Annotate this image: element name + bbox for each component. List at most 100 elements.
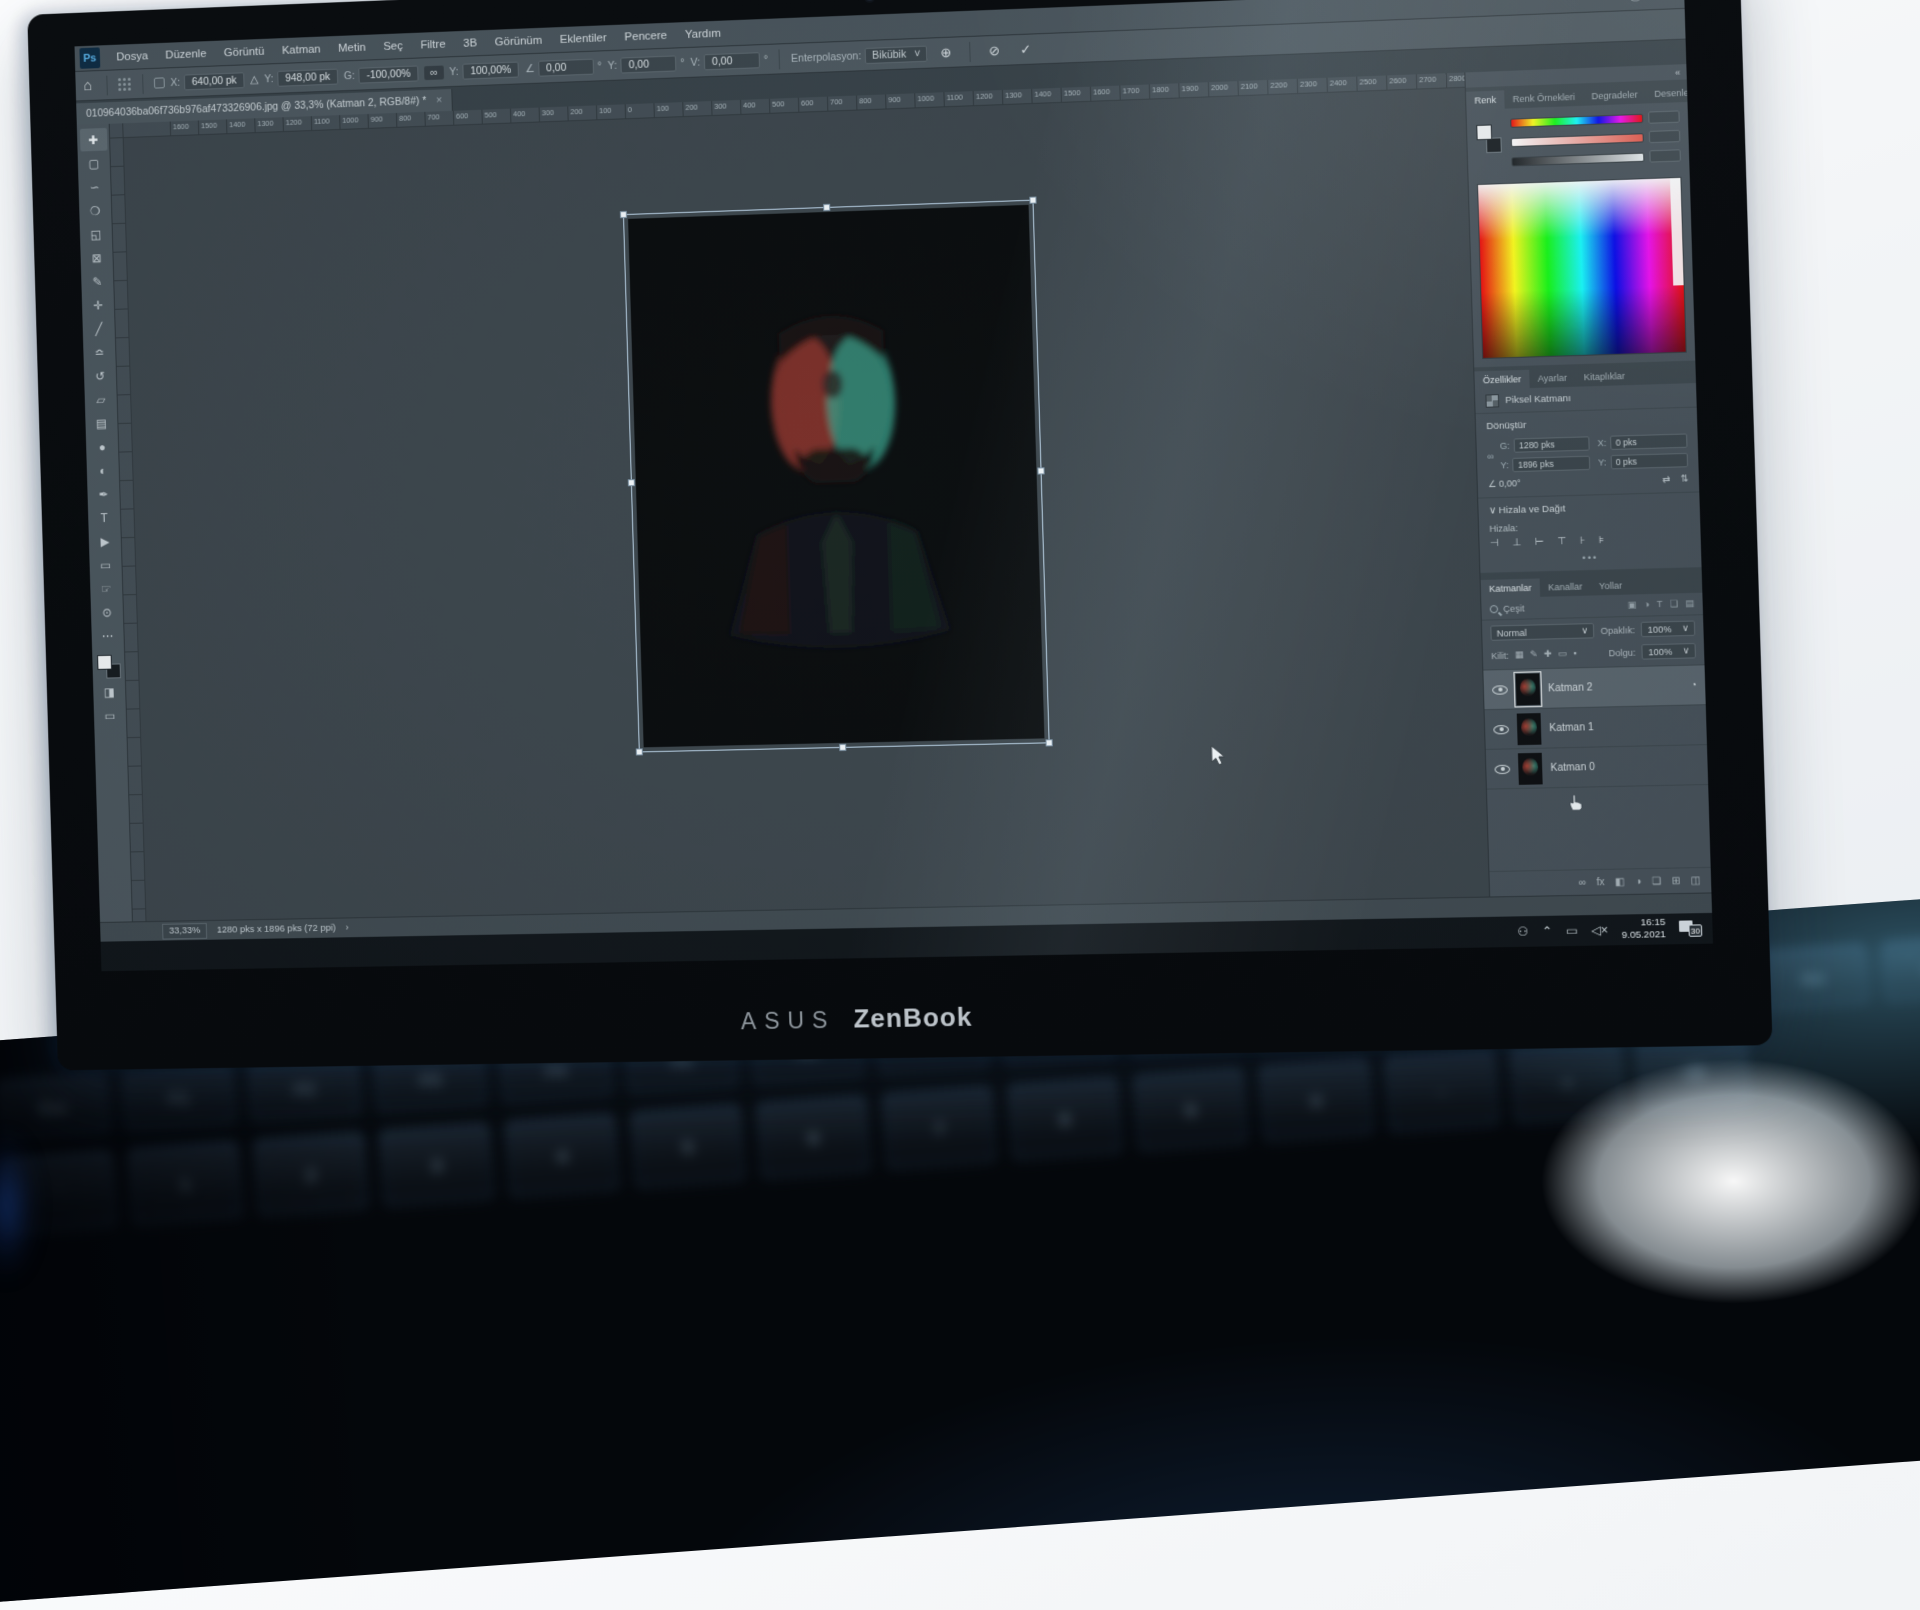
keyboard-key[interactable]: 0	[1258, 1058, 1375, 1144]
people-icon[interactable]: ⚇	[1517, 924, 1529, 938]
transform-bounding-box[interactable]	[623, 200, 1050, 753]
keyboard-key[interactable]: 9	[1132, 1067, 1249, 1153]
blur-tool[interactable]: ●	[88, 435, 116, 458]
rotation-input[interactable]: 0,00	[538, 58, 594, 76]
transform-handle[interactable]	[1029, 197, 1036, 204]
keyboard-key[interactable]: 1	[127, 1141, 244, 1227]
keyboard-key[interactable]: -	[1383, 1049, 1500, 1135]
toggle-reference-checkbox[interactable]	[154, 77, 165, 88]
photoshop-logo[interactable]: Ps	[79, 47, 100, 68]
history-brush-tool[interactable]: ↺	[86, 364, 114, 387]
align-section-header[interactable]: ∨ Hizala ve Dağıt	[1489, 500, 1690, 517]
transform-handle[interactable]	[1037, 467, 1044, 474]
notifications-icon[interactable]: 30	[1679, 920, 1702, 937]
menu-item[interactable]: Pencere	[615, 22, 676, 50]
opacity-dropdown[interactable]: 100%∨	[1641, 621, 1695, 638]
lock-icon[interactable]: ▪	[1573, 648, 1577, 659]
hand-tool[interactable]: ☞	[92, 577, 120, 600]
layer-row-katman-2[interactable]: Katman 2 ◔	[1483, 665, 1705, 710]
panel-color-swatches[interactable]	[1475, 123, 1503, 154]
tab-degradeler[interactable]: Degradeler	[1583, 85, 1646, 106]
align-icon[interactable]: ⊢	[1535, 537, 1544, 548]
keyboard-key[interactable]: 3	[378, 1123, 495, 1209]
dodge-tool[interactable]: ◐	[89, 459, 117, 482]
gradient-tool[interactable]: ▤	[88, 411, 116, 434]
align-icon[interactable]: ⊦	[1580, 535, 1586, 546]
canvas[interactable]	[124, 88, 1489, 921]
frame-tool[interactable]: ⊠	[83, 246, 111, 270]
keyboard-key[interactable]: Ins	[1754, 943, 1870, 1013]
width-input[interactable]: -100,00%	[358, 65, 418, 83]
commit-transform-icon[interactable]: ✓	[1020, 41, 1032, 58]
more-options-dots[interactable]: •••	[1490, 550, 1691, 565]
align-icon[interactable]: ⊤	[1557, 536, 1566, 547]
layers-action-icon[interactable]: ∞	[1578, 877, 1586, 888]
layer-visibility-eye-icon[interactable]	[1492, 685, 1508, 695]
keyboard-key[interactable]: 4	[504, 1113, 621, 1199]
blend-mode-dropdown[interactable]: Normal∨	[1490, 623, 1594, 641]
menu-item[interactable]: 3B	[454, 30, 486, 57]
foreground-color-swatch[interactable]	[97, 655, 112, 670]
align-icon[interactable]: ⊣	[1490, 538, 1499, 549]
quick-selection-tool[interactable]: ❍	[81, 199, 109, 223]
eyedropper-tool[interactable]: ✎	[83, 270, 111, 294]
quick-mask-button[interactable]: ◨	[95, 680, 123, 703]
layers-action-icon[interactable]: ❏	[1652, 875, 1662, 886]
foreground-color-swatch[interactable]	[1476, 124, 1492, 140]
flip-horizontal-icon[interactable]: ⇄	[1662, 474, 1670, 485]
menu-item[interactable]: Yardım	[676, 20, 731, 48]
tab-desenler[interactable]: Desenler	[1646, 83, 1701, 103]
move-tool[interactable]: ✚	[79, 128, 107, 152]
keyboard-key[interactable]: =	[1509, 1040, 1626, 1126]
marquee-tool[interactable]: ▢	[80, 152, 108, 176]
transform-handle[interactable]	[823, 204, 830, 211]
transform-handle[interactable]	[839, 744, 846, 751]
shape-tool[interactable]: ▭	[92, 553, 120, 576]
layer-filter-icon[interactable]: ▤	[1685, 598, 1694, 609]
lock-icon[interactable]: ✚	[1544, 649, 1552, 660]
layer-thumbnail[interactable]	[1517, 713, 1542, 745]
eraser-tool[interactable]: ▱	[87, 388, 115, 411]
cancel-transform-icon[interactable]: ⊘	[989, 42, 1000, 59]
menu-item[interactable]: Görüntü	[215, 38, 274, 66]
height-input[interactable]: 100,00%	[462, 61, 519, 79]
x-position-input[interactable]: 640,00 pk	[184, 72, 245, 90]
layers-action-icon[interactable]: ◧	[1615, 876, 1625, 887]
hue-value-box[interactable]	[1648, 110, 1680, 123]
layers-action-icon[interactable]: ◫	[1691, 875, 1701, 886]
layer-visibility-eye-icon[interactable]	[1493, 724, 1509, 734]
menu-item[interactable]: Seç	[374, 33, 412, 60]
lock-icon[interactable]: ▭	[1558, 648, 1567, 659]
keyboard-key[interactable]: 5	[629, 1104, 746, 1190]
transform-height-input[interactable]: 1896 pks	[1513, 456, 1590, 472]
layers-action-icon[interactable]: fx	[1596, 877, 1604, 888]
menu-item[interactable]: Dosya	[107, 43, 157, 71]
layer-row-katman-1[interactable]: Katman 1	[1485, 705, 1707, 750]
link-dimensions-icon[interactable]: ∞	[1487, 439, 1495, 473]
layer-thumbnail[interactable]	[1518, 752, 1543, 784]
edit-toolbar[interactable]: ⋯	[94, 624, 122, 647]
brightness-slider[interactable]	[1511, 152, 1644, 166]
transform-x-input[interactable]: 0 pks	[1610, 433, 1687, 450]
clone-stamp-tool[interactable]: ≏	[86, 340, 114, 364]
saturation-value-box[interactable]	[1649, 130, 1681, 143]
reference-point-grid[interactable]	[118, 77, 132, 91]
menu-item[interactable]: Katman	[273, 36, 330, 64]
pen-tool[interactable]: ✒	[90, 482, 118, 505]
layers-action-icon[interactable]: ◑	[1635, 876, 1642, 887]
keyboard-key[interactable]: `	[1, 1150, 118, 1236]
lock-icon[interactable]: ✎	[1530, 649, 1538, 660]
warp-mode-icon[interactable]: ⊕	[940, 44, 951, 60]
tab-kanallar[interactable]: Kanallar	[1540, 577, 1591, 597]
skew-v-input[interactable]: 0,00	[704, 52, 760, 70]
layer-filter-icon[interactable]: ▣	[1627, 599, 1636, 610]
tab-ayarlar[interactable]: Ayarlar	[1529, 368, 1576, 388]
display-icon[interactable]: ▭	[1566, 923, 1578, 937]
path-select-tool[interactable]: ▶	[91, 529, 119, 552]
tab-katmanlar[interactable]: Katmanlar	[1481, 578, 1541, 598]
tab-ozellikler[interactable]: Özellikler	[1474, 370, 1529, 390]
keyboard-key[interactable]: 6	[755, 1095, 872, 1181]
tab-yollar[interactable]: Yollar	[1590, 576, 1630, 595]
y-position-input[interactable]: 948,00 pk	[277, 68, 338, 86]
home-icon[interactable]: ⌂	[83, 77, 92, 94]
